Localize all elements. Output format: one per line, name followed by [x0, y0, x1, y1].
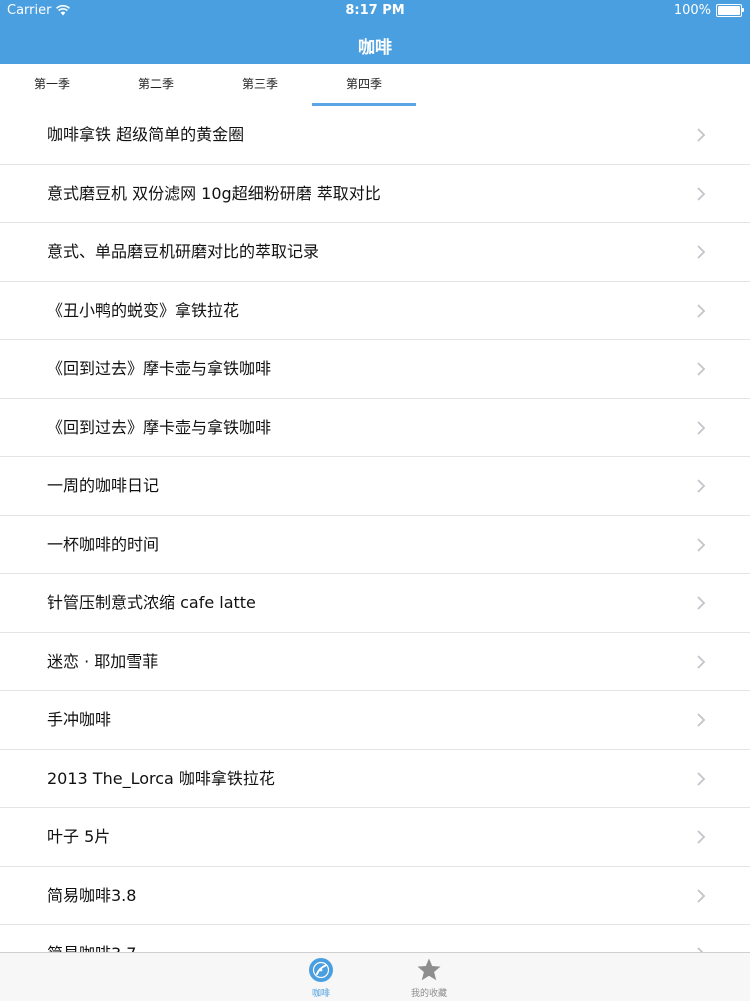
tabbar-coffee-label: 咖啡	[311, 989, 330, 999]
tab-bar: 咖啡 我的收藏	[0, 952, 750, 1001]
chevron-right-icon	[697, 654, 706, 669]
status-bar: Carrier 8:17 PM 100%	[0, 0, 750, 22]
chevron-right-icon	[697, 420, 706, 435]
status-right: 100%	[673, 3, 744, 18]
list-item-label: 简易咖啡3.8	[47, 885, 137, 905]
list-item[interactable]: 一周的咖啡日记	[0, 457, 750, 516]
chevron-right-icon	[697, 245, 706, 259]
list-item[interactable]: 咖啡拿铁 超级简单的黄金圈	[0, 106, 750, 165]
list-item-label: 针管压制意式浓缩 cafe latte	[47, 593, 256, 612]
list-item-label: 一杯咖啡的时间	[47, 534, 160, 554]
chevron-right-icon	[697, 888, 706, 903]
tabbar-favorites-label: 我的收藏	[410, 989, 447, 999]
star-icon	[417, 958, 441, 981]
chevron-right-icon	[697, 479, 706, 493]
list-item[interactable]: 一杯咖啡的时间	[0, 515, 750, 574]
list-item[interactable]: 意式磨豆机 双份滤网 10g超细粉研磨 萃取对比	[0, 164, 750, 223]
tabbar-favorites[interactable]: 我的收藏	[389, 957, 469, 999]
list-item-label: 《回到过去》摩卡壶与拿铁咖啡	[47, 417, 272, 437]
tabbar-coffee[interactable]: 咖啡	[281, 957, 361, 999]
list-item-label: 简易咖啡3.7	[47, 925, 136, 952]
list-item[interactable]: 意式、单品磨豆机研磨对比的萃取记录	[0, 223, 750, 282]
chevron-right-icon	[697, 186, 706, 201]
list-item[interactable]: 迷恋 · 耶加雪菲	[0, 632, 750, 691]
clock: 8:17 PM	[345, 3, 405, 18]
coffee-disc-icon	[309, 958, 333, 982]
chevron-right-icon	[697, 303, 706, 318]
list-item-label: 2013 The_Lorca 咖啡拿铁拉花	[47, 768, 275, 788]
list-item-label: 《回到过去》摩卡壶与拿铁咖啡	[47, 359, 272, 378]
list-item-label: 《丑小鸭的蜕变》拿铁拉花	[47, 300, 240, 320]
list-item[interactable]: 《回到过去》摩卡壶与拿铁咖啡	[0, 398, 750, 457]
chevron-right-icon	[697, 830, 706, 844]
list-item[interactable]: 针管压制意式浓缩 cafe latte	[0, 574, 750, 633]
list-item[interactable]: 简易咖啡3.8	[0, 866, 750, 925]
list-item[interactable]: 手冲咖啡	[0, 691, 750, 750]
tab-season-3[interactable]: 第三季	[208, 64, 312, 106]
article-list: 咖啡拿铁 超级简单的黄金圈意式磨豆机 双份滤网 10g超细粉研磨 萃取对比 意式、…	[0, 106, 750, 952]
chevron-right-icon	[697, 128, 706, 142]
list-item[interactable]: 《丑小鸭的蜕变》拿铁拉花	[0, 281, 750, 340]
list-item-label: 咖啡拿铁 超级简单的黄金圈	[47, 125, 245, 144]
chevron-right-icon	[697, 713, 706, 727]
page-title: 咖啡	[358, 38, 392, 58]
battery-percent: 100%	[673, 3, 711, 18]
nav-header: Carrier 8:17 PM 100% 咖啡	[0, 0, 750, 64]
list-item-label: 手冲咖啡	[47, 710, 112, 729]
chevron-right-icon	[697, 771, 706, 786]
list-item[interactable]: 叶子 5片	[0, 808, 750, 867]
list-item[interactable]: 简易咖啡3.7	[0, 925, 750, 952]
tab-season-1[interactable]: 第一季	[0, 64, 104, 106]
chevron-right-icon	[697, 537, 706, 552]
season-tabs: 第一季 第二季 第三季 第四季	[0, 64, 750, 107]
battery-icon	[716, 4, 744, 17]
list-item[interactable]: 2013 The_Lorca 咖啡拿铁拉花	[0, 749, 750, 808]
tab-season-4[interactable]: 第四季	[312, 64, 416, 106]
chevron-right-icon	[697, 362, 706, 376]
list-item-label: 意式磨豆机 双份滤网 10g超细粉研磨 萃取对比	[47, 183, 381, 203]
list-item-label: 迷恋 · 耶加雪菲	[47, 651, 159, 671]
list-item-label: 意式、单品磨豆机研磨对比的萃取记录	[47, 242, 320, 261]
list-item-label: 一周的咖啡日记	[47, 476, 160, 495]
chevron-right-icon	[697, 596, 706, 610]
tab-season-2[interactable]: 第二季	[104, 64, 208, 106]
list-item-label: 叶子 5片	[47, 827, 111, 846]
list-item[interactable]: 《回到过去》摩卡壶与拿铁咖啡	[0, 340, 750, 399]
